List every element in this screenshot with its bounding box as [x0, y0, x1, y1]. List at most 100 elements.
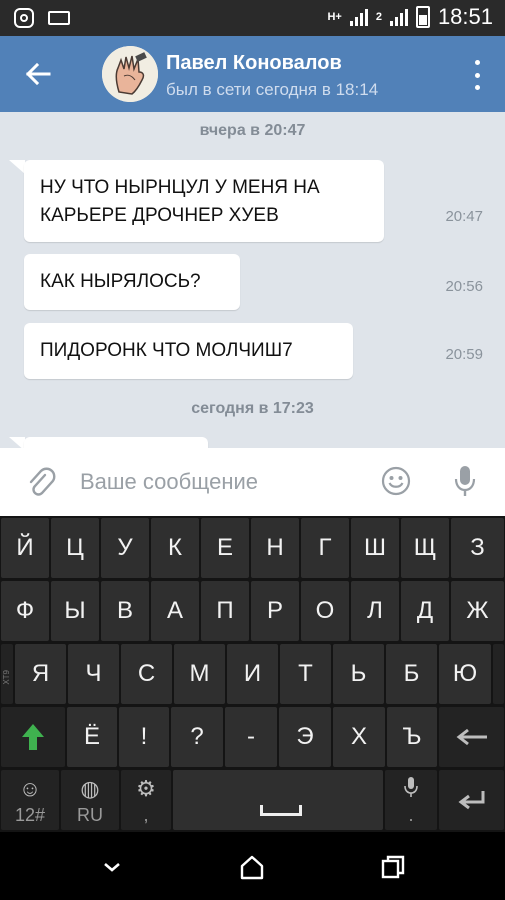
comma-label: ,	[143, 805, 149, 825]
message-bubble[interactable]: ПИДОРОНК ЧТО МОЛЧИШ7	[24, 323, 353, 379]
chevron-down-icon[interactable]	[97, 852, 127, 882]
sim2-label: 2	[375, 11, 382, 23]
home-icon[interactable]	[237, 852, 267, 882]
key[interactable]: Ы	[51, 581, 99, 641]
keyboard-row-4: Ё ! ? - Э Х Ъ	[0, 707, 505, 767]
keyboard-row-2: Ф Ы В А П Р О Л Д Ж	[0, 581, 505, 641]
key[interactable]: Т	[280, 644, 331, 704]
signal-2-icon	[389, 8, 408, 26]
key[interactable]: Щ	[401, 518, 449, 578]
key[interactable]: Ж	[451, 581, 504, 641]
message-text-line: КАРЬЕРЕ ДРОЧНЕР ХУЕВ	[40, 205, 279, 226]
message-text: ПИДОРОНК ЧТО МОЛЧИШ7	[40, 340, 293, 361]
status-left-icons	[14, 8, 70, 28]
keyboard-row-5: ☺ 12# ◍ RU ⚙ , .	[0, 770, 505, 830]
keyboard-row-1: Й Ц У К Е Н Г Ш Щ З	[0, 518, 505, 578]
key[interactable]: Ъ	[387, 707, 437, 767]
key[interactable]: ?	[171, 707, 223, 767]
message-composer	[0, 448, 505, 516]
xt9-key[interactable]: XT9	[1, 644, 13, 704]
microphone-icon[interactable]	[452, 464, 478, 498]
language-label: RU	[77, 805, 103, 825]
key[interactable]: У	[101, 518, 149, 578]
enter-key[interactable]	[439, 770, 504, 830]
clock: 18:51	[437, 4, 493, 29]
message-text: КАК НЫРЯЛОСЬ?	[40, 271, 201, 292]
key[interactable]: П	[201, 581, 249, 641]
key[interactable]: Ч	[68, 644, 119, 704]
backspace-arrow-icon	[456, 728, 487, 746]
shift-key[interactable]	[1, 707, 65, 767]
key[interactable]: Н	[251, 518, 299, 578]
language-key[interactable]: ◍ RU	[61, 770, 119, 830]
key[interactable]: !	[119, 707, 169, 767]
key[interactable]: Ф	[1, 581, 49, 641]
keyboard-edge-key[interactable]	[493, 644, 504, 704]
shift-arrow-icon	[22, 724, 44, 750]
key[interactable]: Ь	[333, 644, 384, 704]
more-options-icon[interactable]	[467, 60, 487, 90]
key[interactable]: О	[301, 581, 349, 641]
period-label: .	[408, 805, 414, 825]
numbers-key[interactable]: ☺ 12#	[1, 770, 59, 830]
key[interactable]: Д	[401, 581, 449, 641]
key[interactable]: Х	[333, 707, 385, 767]
date-separator: вчера в 20:47	[199, 122, 306, 139]
back-arrow-icon[interactable]	[22, 58, 54, 90]
enter-arrow-icon	[458, 791, 484, 810]
bubble-tail	[9, 160, 25, 174]
message-input[interactable]	[80, 466, 370, 498]
contact-name[interactable]: Павел Коновалов	[166, 52, 342, 75]
instagram-icon	[14, 8, 34, 28]
key[interactable]: Ю	[439, 644, 491, 704]
microphone-small-icon	[385, 776, 437, 806]
message-time: 20:47	[445, 208, 483, 225]
gear-icon: ⚙	[136, 776, 156, 801]
key[interactable]: Ц	[51, 518, 99, 578]
key[interactable]: М	[174, 644, 225, 704]
bubble-tail	[9, 437, 25, 448]
message-list[interactable]: вчера в 20:47 НУ ЧТО НЫРНЦУЛ У МЕНЯ НА К…	[0, 112, 505, 448]
space-key[interactable]	[173, 770, 383, 830]
key[interactable]: -	[225, 707, 277, 767]
key[interactable]: В	[101, 581, 149, 641]
status-bar: H+ 2 18:51	[0, 0, 505, 36]
status-right-icons: H+ 2 18:51	[327, 4, 493, 30]
settings-comma-key[interactable]: ⚙ ,	[121, 770, 171, 830]
key[interactable]: Э	[279, 707, 331, 767]
message-time: 20:56	[445, 278, 483, 295]
key[interactable]: К	[151, 518, 199, 578]
key[interactable]: Й	[1, 518, 49, 578]
key[interactable]: Г	[301, 518, 349, 578]
recent-apps-icon[interactable]	[378, 852, 408, 882]
date-separator: сегодня в 17:23	[191, 400, 314, 417]
attach-icon[interactable]	[24, 466, 56, 498]
last-seen-status: был в сети сегодня в 18:14	[166, 80, 379, 99]
hand-drawing-avatar-icon	[102, 46, 158, 102]
message-bubble[interactable]: НУ ЧТО НЫРНЦУЛ У МЕНЯ НА КАРЬЕРЕ ДРОЧНЕР…	[24, 160, 384, 242]
on-screen-keyboard: Й Ц У К Е Н Г Ш Щ З Ф Ы В А П Р О Л Д Ж …	[0, 516, 505, 832]
globe-icon: ◍	[80, 776, 100, 801]
system-navigation-bar	[0, 832, 505, 900]
battery-icon	[415, 6, 430, 28]
key[interactable]: С	[121, 644, 172, 704]
message-bubble-partial[interactable]	[24, 437, 208, 448]
key[interactable]: Ё	[67, 707, 117, 767]
voice-period-key[interactable]: .	[385, 770, 437, 830]
emoji-icon[interactable]	[381, 466, 411, 496]
key[interactable]: Б	[386, 644, 437, 704]
key[interactable]: Л	[351, 581, 399, 641]
key[interactable]: З	[451, 518, 504, 578]
key[interactable]: А	[151, 581, 199, 641]
backspace-key[interactable]	[439, 707, 504, 767]
key[interactable]: И	[227, 644, 278, 704]
avatar[interactable]	[102, 46, 158, 102]
key[interactable]: Ш	[351, 518, 399, 578]
key[interactable]: Р	[251, 581, 299, 641]
message-time: 20:59	[445, 346, 483, 363]
key[interactable]: Е	[201, 518, 249, 578]
numbers-label: 12#	[14, 805, 46, 825]
key[interactable]: Я	[15, 644, 66, 704]
chat-header: Павел Коновалов был в сети сегодня в 18:…	[0, 36, 505, 112]
message-bubble[interactable]: КАК НЫРЯЛОСЬ?	[24, 254, 240, 310]
